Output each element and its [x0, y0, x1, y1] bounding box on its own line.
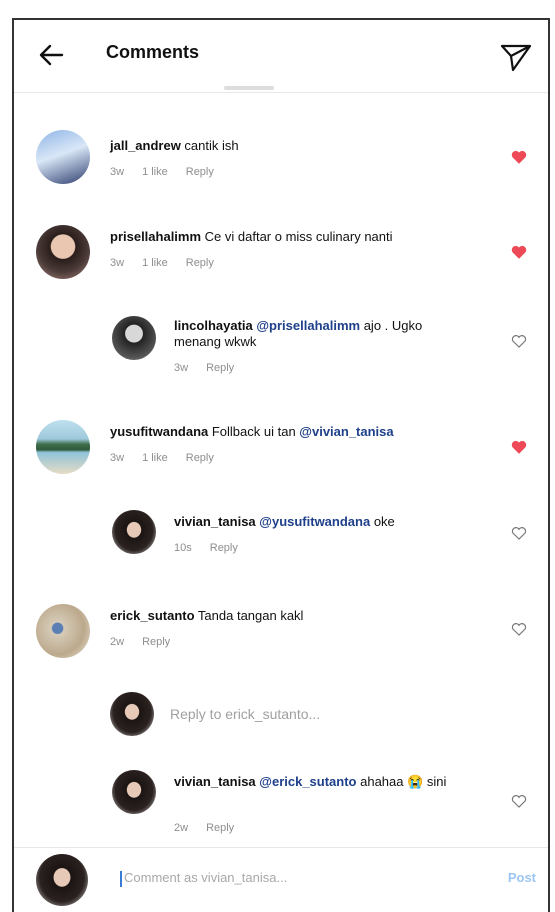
reply-button[interactable]: Reply	[186, 452, 214, 464]
comment-body: Ce vi daftar o miss culinary nanti	[201, 229, 393, 244]
mention-link[interactable]: @yusufitwandana	[259, 514, 370, 529]
comment-username[interactable]: erick_sutanto	[110, 608, 195, 623]
comment-input-placeholder: Comment as vivian_tanisa...	[124, 870, 288, 885]
reply-button[interactable]: Reply	[186, 257, 214, 269]
comment-username[interactable]: prisellahalimm	[110, 229, 201, 244]
comment-meta: 2w Reply	[110, 636, 188, 648]
reply-button[interactable]: Reply	[206, 362, 234, 374]
comment-time: 3w	[174, 362, 189, 374]
avatar[interactable]	[112, 770, 156, 814]
heart-liked-icon[interactable]	[510, 148, 528, 166]
reply-button[interactable]: Reply	[210, 542, 238, 554]
comment-time: 3w	[110, 452, 125, 464]
comment-text: vivian_tanisa @yusufitwandana oke	[174, 514, 464, 530]
mention-link[interactable]: @erick_sutanto	[259, 774, 356, 789]
text-caret	[120, 870, 122, 887]
comment-likes[interactable]: 1 like	[142, 452, 168, 464]
heart-liked-icon[interactable]	[510, 438, 528, 456]
mention-link[interactable]: @prisellahalimm	[256, 318, 360, 333]
comment-row: erick_sutanto Tanda tangan kakl 2w Reply	[14, 604, 548, 674]
comment-meta: 10s Reply	[174, 542, 256, 554]
comment-meta: 3w 1 like Reply	[110, 257, 232, 269]
comment-meta: 3w 1 like Reply	[110, 452, 232, 464]
comment-meta: 3w Reply	[174, 362, 252, 374]
comment-time: 3w	[110, 257, 125, 269]
comment-time: 10s	[174, 542, 192, 554]
page-title: Comments	[106, 42, 200, 62]
reply-input[interactable]: Reply to erick_sutanto...	[170, 706, 320, 722]
send-direct-icon[interactable]	[498, 38, 534, 74]
avatar[interactable]	[112, 510, 156, 554]
heart-outline-icon[interactable]	[510, 332, 528, 350]
comment-body: ahahaa 😭 sini	[356, 774, 447, 789]
comment-compose-bar: Comment as vivian_tanisa... Post	[14, 847, 548, 912]
comment-meta: 3w 1 like Reply	[110, 166, 232, 178]
comment-body: Tanda tangan kakl	[194, 608, 304, 623]
comment-likes[interactable]: 1 like	[142, 257, 168, 269]
comment-row: jall_andrew cantik ish 3w 1 like Reply	[14, 130, 548, 200]
comment-text: jall_andrew cantik ish	[110, 138, 470, 154]
comment-time: 2w	[174, 822, 189, 834]
comment-text: vivian_tanisa @erick_sutanto ahahaa 😭 si…	[174, 774, 474, 790]
heart-outline-icon[interactable]	[510, 620, 528, 638]
avatar[interactable]	[112, 316, 156, 360]
comment-row: prisellahalimm Ce vi daftar o miss culin…	[14, 225, 548, 295]
comment-text: yusufitwandana Follback ui tan @vivian_t…	[110, 424, 490, 440]
comment-username[interactable]: vivian_tanisa	[174, 514, 256, 529]
comment-input[interactable]: Comment as vivian_tanisa...	[120, 870, 287, 887]
comment-time: 2w	[110, 636, 125, 648]
header-bar: Comments	[14, 20, 548, 93]
mention-link[interactable]: @vivian_tanisa	[299, 424, 393, 439]
avatar[interactable]	[36, 604, 90, 658]
reply-button[interactable]: Reply	[186, 166, 214, 178]
reply-button[interactable]: Reply	[142, 636, 170, 648]
comments-screen: Comments jall_andrew cantik ish 3w 1 like…	[12, 18, 550, 912]
comment-text: prisellahalimm Ce vi daftar o miss culin…	[110, 229, 470, 245]
reply-row: lincolhayatia @prisellahalimm ajo . Ugko…	[14, 316, 548, 386]
reply-input-row: Reply to erick_sutanto...	[14, 692, 548, 742]
heart-outline-icon[interactable]	[510, 524, 528, 542]
comment-likes[interactable]: 1 like	[142, 166, 168, 178]
avatar	[36, 854, 88, 906]
post-button[interactable]: Post	[508, 870, 536, 885]
comment-username[interactable]: yusufitwandana	[110, 424, 208, 439]
back-arrow-icon[interactable]	[36, 40, 66, 70]
comment-row: yusufitwandana Follback ui tan @vivian_t…	[14, 420, 548, 490]
reply-row: vivian_tanisa @erick_sutanto ahahaa 😭 si…	[14, 770, 548, 840]
avatar[interactable]	[36, 225, 90, 279]
comment-username[interactable]: vivian_tanisa	[174, 774, 256, 789]
comment-time: 3w	[110, 166, 125, 178]
reply-row: vivian_tanisa @yusufitwandana oke 10s Rep…	[14, 510, 548, 570]
comment-body: Follback ui tan	[208, 424, 300, 439]
comment-body: cantik ish	[180, 138, 239, 153]
comment-username[interactable]: jall_andrew	[110, 138, 181, 153]
comment-username[interactable]: lincolhayatia	[174, 318, 253, 333]
avatar	[110, 692, 154, 736]
avatar[interactable]	[36, 420, 90, 474]
comment-text: erick_sutanto Tanda tangan kakl	[110, 608, 470, 624]
comment-text: lincolhayatia @prisellahalimm ajo . Ugko…	[174, 318, 454, 350]
avatar[interactable]	[36, 130, 90, 184]
heart-outline-icon[interactable]	[510, 792, 528, 810]
reply-button[interactable]: Reply	[206, 822, 234, 834]
heart-liked-icon[interactable]	[510, 243, 528, 261]
scroll-remnant	[224, 86, 274, 90]
comment-body: oke	[370, 514, 395, 529]
comment-meta: 2w Reply	[174, 822, 252, 834]
